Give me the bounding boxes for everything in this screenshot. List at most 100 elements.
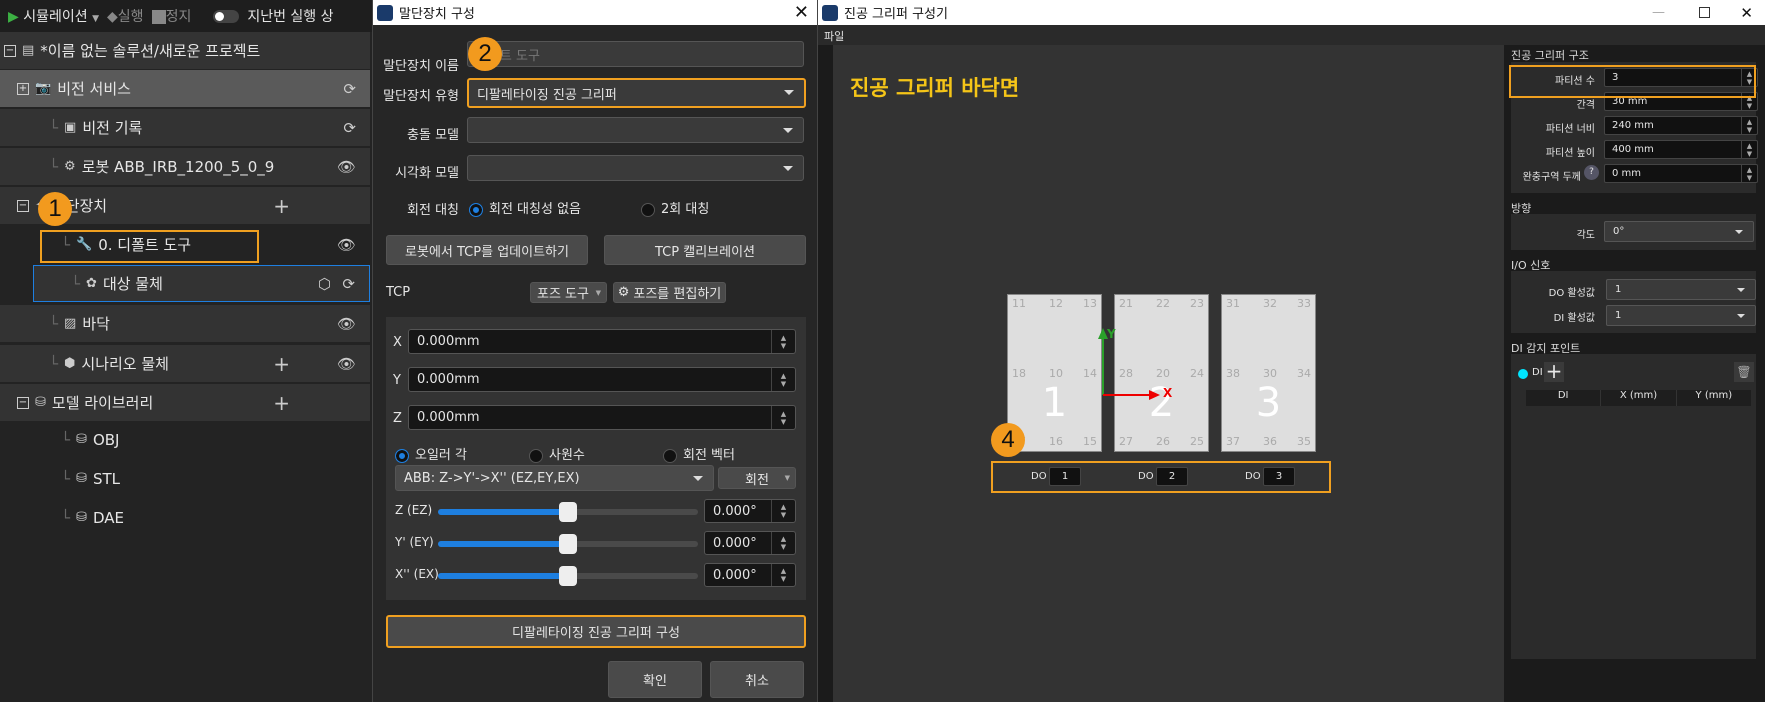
minimize-icon[interactable]: — <box>1652 5 1665 20</box>
tcp-calibration-button[interactable]: TCP 캘리브레이션 <box>604 235 806 265</box>
suction-point-label: 11 <box>1012 297 1026 310</box>
add-icon[interactable]: + <box>1544 361 1564 382</box>
tree-item[interactable]: − ▤ *이름 없는 솔루션/새로운 프로젝트 <box>0 32 370 69</box>
minus-expander-icon[interactable]: − <box>17 396 29 409</box>
spinner[interactable]: ▲ ▼ <box>1741 117 1757 134</box>
partition-3[interactable]: 31 32 33 38 30 34 37 36 35 3 <box>1221 294 1316 452</box>
update-tcp-from-robot-button[interactable]: 로봇에서 TCP를 업데이트하기 <box>386 235 588 265</box>
rotate-select[interactable]: 회전 ▼ <box>718 467 796 489</box>
euler-convention-select[interactable]: ABB: Z->Y'->X'' (EZ,EY,EX) <box>395 465 714 491</box>
radio-quaternion[interactable]: 사원수 <box>529 444 585 463</box>
refresh-icon[interactable]: ⟳ <box>343 119 356 137</box>
eye-icon[interactable]: 👁 <box>337 355 356 373</box>
partition-number: 3 <box>1255 380 1282 426</box>
z-spinner[interactable]: ▲ ▼ <box>771 406 795 429</box>
spinner[interactable]: ▲ ▼ <box>771 564 795 586</box>
tree-item[interactable]: └ ▨ 바닥 👁 <box>0 305 370 342</box>
z-input[interactable]: 0.000mm ▲ ▼ <box>408 405 796 430</box>
di-dot-icon <box>1518 369 1528 379</box>
angle-slider[interactable] <box>438 566 698 586</box>
spinner[interactable]: ▲ ▼ <box>771 532 795 554</box>
y-spinner[interactable]: ▲ ▼ <box>771 368 795 391</box>
configure-vacuum-gripper-button[interactable]: 디팔레타이징 진공 그리퍼 구성 <box>386 615 806 648</box>
slider-handle[interactable] <box>559 502 577 522</box>
close-icon[interactable]: ✕ <box>1740 4 1753 22</box>
buffer-thickness-input[interactable]: 0 mm ▲ ▼ <box>1604 164 1758 183</box>
eye-icon[interactable]: 👁 <box>337 315 356 333</box>
plus-icon[interactable]: + <box>273 352 290 376</box>
do-input[interactable]: 3 <box>1263 467 1295 486</box>
maximize-icon[interactable] <box>1699 7 1710 18</box>
hexagon-icon[interactable]: ⬡ <box>318 275 331 293</box>
tree-item[interactable]: └ ⚙ 로봇 ABB_IRB_1200_5_0_9 👁 <box>0 148 370 185</box>
spinner[interactable]: ▲ ▼ <box>1741 141 1757 158</box>
tree-item[interactable]: └ ⬢ 시나리오 물체 👁 + <box>0 345 370 382</box>
plus-icon[interactable]: + <box>273 194 290 218</box>
do-active-select[interactable]: 1 <box>1606 279 1756 300</box>
minus-expander-icon[interactable]: − <box>17 199 29 212</box>
angle-input[interactable]: 0.000° ▲ ▼ <box>704 563 796 587</box>
slider-handle[interactable] <box>559 566 577 586</box>
spinner[interactable]: ▲ ▼ <box>1741 165 1757 182</box>
suction-point-label: 25 <box>1190 435 1204 448</box>
tree-item[interactable]: └ ▣ 비전 기록 ⟳ <box>0 109 370 146</box>
last-run-label: 지난번 실행 상 <box>247 9 334 25</box>
suction-point-label: 10 <box>1049 367 1063 380</box>
stop-button[interactable]: 정지 <box>151 6 191 26</box>
partition-width-input[interactable]: 240 mm ▲ ▼ <box>1604 116 1758 135</box>
suction-point-label: 26 <box>1156 435 1170 448</box>
y-input[interactable]: 0.000mm ▲ ▼ <box>408 367 796 392</box>
plus-expander-icon[interactable]: + <box>17 82 29 95</box>
last-run-toggle[interactable] <box>213 9 240 23</box>
do-input[interactable]: 1 <box>1049 467 1081 486</box>
visual-model-select[interactable] <box>467 155 804 181</box>
angle-input[interactable]: 0.000° ▲ ▼ <box>704 531 796 555</box>
refresh-icon[interactable]: ⟳ <box>343 80 356 98</box>
chevron-down-icon[interactable]: ▼ <box>92 14 99 24</box>
minus-expander-icon[interactable]: − <box>4 44 16 57</box>
collision-model-select[interactable] <box>467 117 804 143</box>
end-effector-name-input[interactable]: 디폴트 도구 <box>467 41 804 67</box>
refresh-icon[interactable]: ⟳ <box>342 275 355 293</box>
edit-pose-button[interactable]: ⚙ 포즈를 편집하기 <box>613 282 726 303</box>
angle-select[interactable]: 0° <box>1604 221 1754 242</box>
di-active-select[interactable]: 1 <box>1606 305 1756 326</box>
ok-button[interactable]: 확인 <box>608 661 702 698</box>
pose-tool-select[interactable]: 포즈 도구 ▼ <box>530 282 607 303</box>
eye-icon[interactable]: 👁 <box>337 158 356 176</box>
highlight-box-1 <box>40 230 259 263</box>
x-spinner[interactable]: ▲ ▼ <box>771 330 795 353</box>
camera-icon: 📷 <box>35 81 52 96</box>
eye-icon[interactable]: 👁 <box>337 236 356 254</box>
trash-icon[interactable]: 🗑 <box>1734 362 1754 382</box>
tree-item[interactable]: − ⛁ 모델 라이브러리 + <box>0 384 370 421</box>
cancel-button[interactable]: 취소 <box>710 661 804 698</box>
menu-file[interactable]: 파일 <box>824 30 844 43</box>
window-titlebar: 진공 그리퍼 구성기 — ✕ <box>818 0 1765 25</box>
tree-item[interactable]: └ ⛁ STL <box>0 460 370 497</box>
radio-no-symmetry[interactable]: 회전 대칭성 없음 <box>469 198 581 217</box>
partition-height-input[interactable]: 400 mm ▲ ▼ <box>1604 140 1758 159</box>
run-icon: ◆ <box>107 9 118 25</box>
slider-handle[interactable] <box>559 534 577 554</box>
help-icon[interactable]: ? <box>1584 165 1599 180</box>
tree-item[interactable]: └ ⛁ OBJ <box>0 421 370 458</box>
do-input[interactable]: 2 <box>1156 467 1188 486</box>
end-effector-type-select[interactable]: 디팔레타이징 진공 그리퍼 <box>467 78 806 108</box>
run-button[interactable]: ◆실행 <box>107 6 144 26</box>
tree-item[interactable]: + 📷 비전 서비스 ⟳ <box>0 70 370 107</box>
plus-icon[interactable]: + <box>273 391 290 415</box>
radio-rotation-vector[interactable]: 회전 벡터 <box>663 444 735 463</box>
x-input[interactable]: 0.000mm ▲ ▼ <box>408 329 796 354</box>
radio-2-fold-symmetry[interactable]: 2회 대칭 <box>641 198 709 217</box>
tree-item[interactable]: └ ✿ 대상 물체 ⟳ ⬡ <box>33 265 370 302</box>
angle-input[interactable]: 0.000° ▲ ▼ <box>704 499 796 523</box>
partition-1[interactable]: 1112131810141716151 <box>1007 294 1102 452</box>
angle-slider[interactable] <box>438 534 698 554</box>
radio-euler[interactable]: 오일러 각 <box>395 444 467 463</box>
tree-item[interactable]: └ ⛁ DAE <box>0 499 370 536</box>
close-icon[interactable]: ✕ <box>794 2 809 23</box>
spinner[interactable]: ▲ ▼ <box>771 500 795 522</box>
angle-slider[interactable] <box>438 502 698 522</box>
simulation-button[interactable]: ▶ 시뮬레이션 ▼ <box>8 6 99 26</box>
